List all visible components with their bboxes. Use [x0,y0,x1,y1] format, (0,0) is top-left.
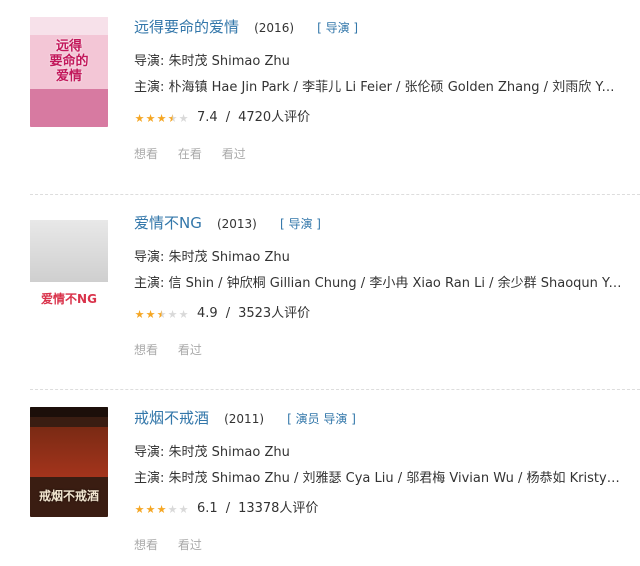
movie-title-link[interactable]: 戒烟不戒酒 [134,409,209,427]
cast-line: 主演: 朴海镇 Hae Jin Park / 李菲儿 Li Feier / 张伦… [134,80,622,95]
poster-title: 远得 要命的 爱情 [49,39,89,84]
action-links: 想看 看过 [134,340,630,360]
star-icon: ★ [145,307,156,321]
star-icon: ★ [134,111,145,125]
movie-title-link[interactable]: 爱情不NG [134,214,202,232]
vote-count: 4720人评价 [238,110,311,125]
divider [30,194,640,195]
movie-poster[interactable]: 爱情不NG [30,212,108,322]
movie-year: (2011) [224,412,265,426]
director-line: 导演: 朱时茂 Shimao Zhu [134,445,290,460]
role-tag[interactable]: [ 导演 ] [317,21,358,35]
role-tag[interactable]: [ 导演 ] [280,217,321,231]
role-tag[interactable]: [ 演员 导演 ] [287,412,356,426]
rating-row: ★ ★ ★ ★ ★ 6.1 / 13378人评价 [134,499,630,519]
star-icon: ★ [156,111,167,125]
watched-link[interactable]: 看过 [222,147,246,161]
rating-row: ★ ★ ★ ★ ★ 4.9 / 3523人评价 [134,304,630,324]
star-icon: ★ [134,307,145,321]
rating-row: ★ ★ ★ ★ ★ 7.4 / 4720人评价 [134,108,630,128]
cast-line: 主演: 朱时茂 Shimao Zhu / 刘雅瑟 Cya Liu / 邬君梅 V… [134,471,622,486]
movie-year: (2016) [254,21,295,35]
want-to-watch-link[interactable]: 想看 [134,538,158,552]
movie-poster[interactable]: 远得 要命的 爱情 [30,17,108,127]
star-icon: ★ [145,502,156,516]
star-icon: ★ [145,111,156,125]
vote-count: 13378人评价 [238,501,319,516]
action-links: 想看 看过 [134,535,630,555]
watching-link[interactable]: 在看 [178,147,202,161]
rating-separator: / [225,110,231,125]
rating-stars: ★ ★ ★ ★ ★ [134,113,189,124]
star-icon: ★ [134,502,145,516]
filmography-list: 远得 要命的 爱情 远得要命的爱情 (2016) [ 导演 ] 导演: 朱时茂 Sh… [0,0,640,566]
star-icon: ★ [178,307,189,321]
watched-link[interactable]: 看过 [178,343,202,357]
director-line: 导演: 朱时茂 Shimao Zhu [134,250,290,265]
director-line: 导演: 朱时茂 Shimao Zhu [134,54,290,69]
vote-count: 3523人评价 [238,306,311,321]
rating-stars: ★ ★ ★ ★ ★ [134,504,189,515]
star-icon: ★ [156,502,167,516]
movie-title-link[interactable]: 远得要命的爱情 [134,18,239,36]
star-icon: ★ [167,111,178,125]
rating-value: 7.4 [197,110,218,125]
rating-separator: / [225,501,231,516]
star-icon: ★ [167,307,178,321]
movie-year: (2013) [216,217,257,231]
rating-separator: / [225,306,231,321]
star-icon: ★ [178,502,189,516]
star-icon: ★ [178,111,189,125]
rating-stars: ★ ★ ★ ★ ★ [134,309,189,320]
watched-link[interactable]: 看过 [178,538,202,552]
movie-poster[interactable]: 戒烟不戒酒 [30,407,108,517]
star-icon: ★ [167,502,178,516]
star-icon: ★ [156,307,167,321]
rating-value: 4.9 [197,306,218,321]
poster-title: 爱情不NG [41,292,97,306]
rating-value: 6.1 [197,501,218,516]
divider [30,389,640,390]
want-to-watch-link[interactable]: 想看 [134,343,158,357]
cast-line: 主演: 信 Shin / 钟欣桐 Gillian Chung / 李小冉 Xia… [134,276,622,291]
poster-title: 戒烟不戒酒 [38,489,99,503]
action-links: 想看 在看 看过 [134,144,630,164]
want-to-watch-link[interactable]: 想看 [134,147,158,161]
